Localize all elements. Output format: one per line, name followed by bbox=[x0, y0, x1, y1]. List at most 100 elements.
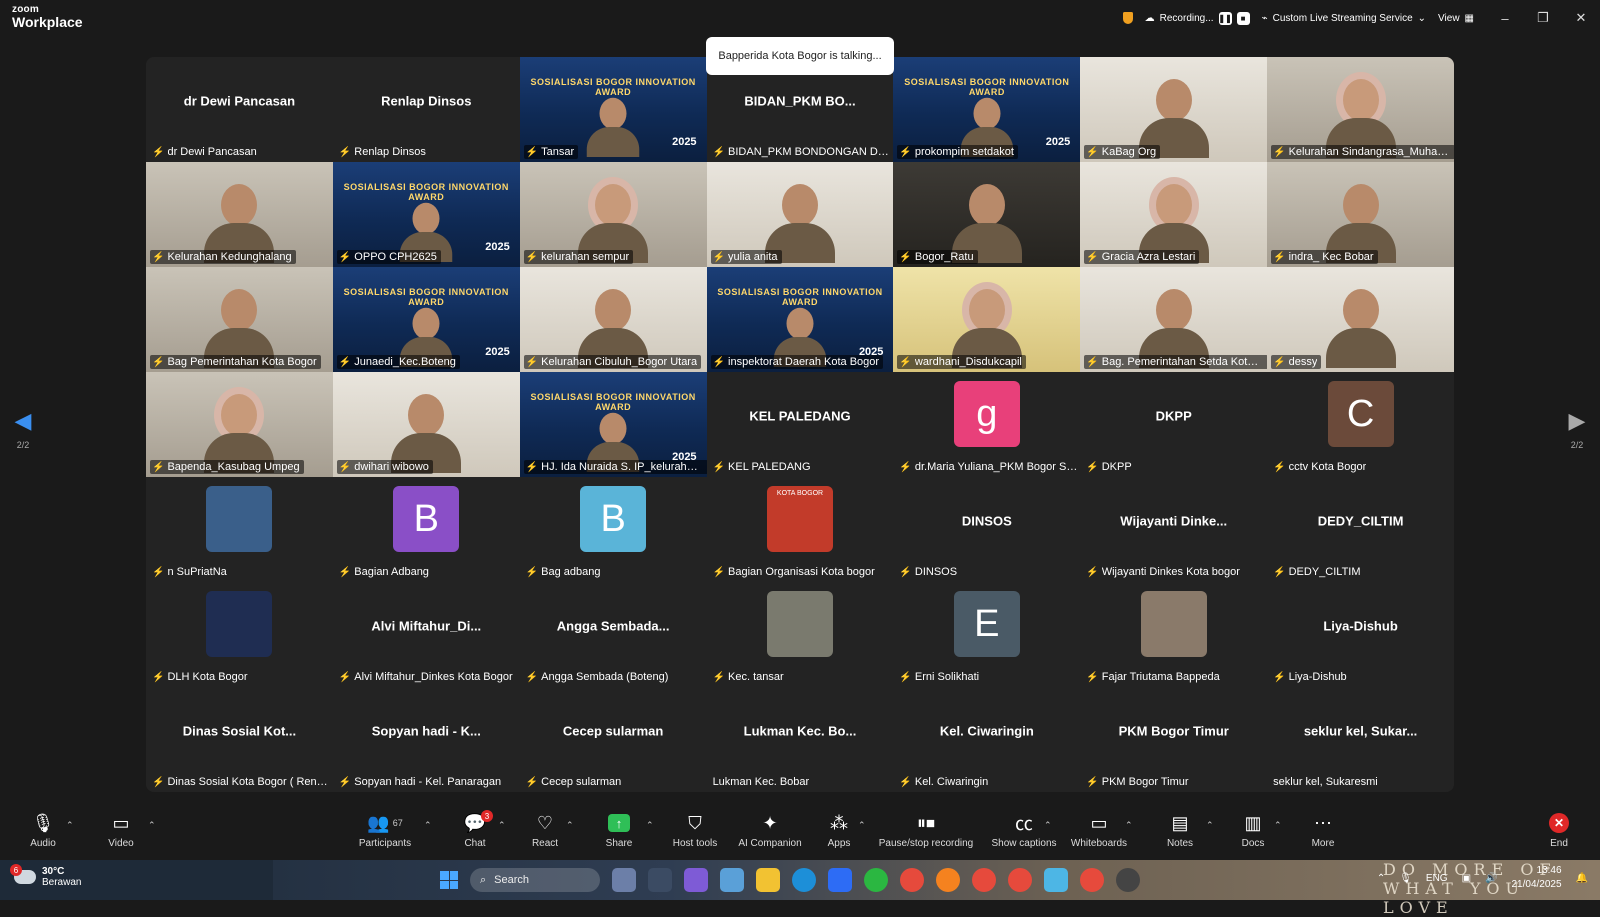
participant-tile[interactable]: ⚡ wardhani_Disdukcapil bbox=[893, 267, 1081, 372]
volume-icon[interactable]: 🔊 bbox=[1485, 873, 1497, 884]
participant-tile[interactable]: ⚡ Bag. Pemerintahan Setda Kota B... bbox=[1080, 267, 1268, 372]
participant-tile[interactable]: Wijayanti Dinke... ⚡ Wijayanti Dinkes Kota… bbox=[1080, 477, 1268, 582]
participant-tile[interactable]: Alvi Miftahur_Di... ⚡ Alvi Miftahur_Dinkes… bbox=[332, 582, 520, 687]
clock[interactable]: 13:46 21/04/2025 bbox=[1511, 864, 1561, 892]
restore-button[interactable]: ❐ bbox=[1524, 10, 1562, 26]
view-menu[interactable]: View ▦ bbox=[1438, 13, 1474, 24]
participant-tile[interactable]: PKM Bogor Timur ⚡ PKM Bogor Timur bbox=[1080, 687, 1268, 792]
end-button[interactable]: ✕ End bbox=[1524, 810, 1594, 849]
pause-recording-icon[interactable]: ❚❚ bbox=[1218, 11, 1232, 25]
next-page-button[interactable]: ▶ 2/2 bbox=[1562, 408, 1592, 450]
participant-tile[interactable]: B ⚡ Bag adbang bbox=[519, 477, 707, 582]
whiteboards-chevron-icon[interactable]: ⌃ bbox=[1125, 820, 1133, 831]
participant-tile[interactable]: DINSOS ⚡ DINSOS bbox=[893, 477, 1081, 582]
notes-button[interactable]: ▤ Notes bbox=[1145, 810, 1215, 850]
ai-companion-button[interactable]: ✦ AI Companion bbox=[730, 810, 810, 850]
minimize-button[interactable]: – bbox=[1486, 11, 1524, 26]
copilot-icon[interactable] bbox=[684, 868, 708, 892]
pause-stop-recording-button[interactable]: ⏸⏹ Pause/stop recording bbox=[876, 810, 976, 850]
participant-tile[interactable]: ⚡ Bogor_Ratu bbox=[893, 162, 1081, 267]
media-player-icon[interactable] bbox=[1116, 868, 1140, 892]
participant-tile[interactable]: ⚡ Kelurahan Sindangrasa_Muhama... bbox=[1267, 57, 1454, 162]
participant-tile[interactable]: KEL PALEDANG ⚡ KEL PALEDANG bbox=[706, 372, 894, 477]
participant-tile[interactable]: Dinas Sosial Kot... ⚡ Dinas Sosial Kota Bo… bbox=[146, 687, 333, 792]
video-options-chevron-icon[interactable]: ⌃ bbox=[148, 820, 156, 831]
microphone-icon[interactable]: 🎙 bbox=[1399, 873, 1412, 884]
docs-chevron-icon[interactable]: ⌃ bbox=[1274, 820, 1282, 831]
participant-tile[interactable]: Sopyan hadi - K... ⚡ Sopyan hadi - Kel. Pa… bbox=[332, 687, 520, 792]
windows-start-icon[interactable] bbox=[440, 871, 458, 889]
participant-tile[interactable]: SOSIALISASI BOGOR INNOVATION AWARD 2025 ⚡ H… bbox=[519, 372, 707, 477]
share-chevron-icon[interactable]: ⌃ bbox=[646, 820, 654, 831]
participant-tile[interactable]: Lukman Kec. Bo... Lukman Kec. Bobar bbox=[706, 687, 894, 792]
participant-tile[interactable]: B ⚡ Bagian Adbang bbox=[332, 477, 520, 582]
participant-tile[interactable]: DEDY_CILTIM ⚡ DEDY_CILTIM bbox=[1267, 477, 1454, 582]
language-indicator[interactable]: ENG bbox=[1426, 873, 1448, 884]
edge-icon[interactable] bbox=[792, 868, 816, 892]
close-button[interactable]: ✕ bbox=[1562, 10, 1600, 26]
participants-chevron-icon[interactable]: ⌃ bbox=[424, 820, 432, 831]
host-tools-button[interactable]: ⛉ Host tools bbox=[660, 810, 730, 850]
whiteboards-button[interactable]: ▭ Whiteboards bbox=[1064, 810, 1134, 850]
participant-tile[interactable]: Liya-Dishub ⚡ Liya-Dishub bbox=[1267, 582, 1454, 687]
notepad-icon[interactable] bbox=[1044, 868, 1068, 892]
react-chevron-icon[interactable]: ⌃ bbox=[566, 820, 574, 831]
participant-tile[interactable]: dr Dewi Pancasan ⚡ dr Dewi Pancasan bbox=[146, 57, 333, 162]
firefox-icon[interactable] bbox=[936, 868, 960, 892]
participant-tile[interactable]: DKPP ⚡ DKPP bbox=[1080, 372, 1268, 477]
participant-tile[interactable]: SOSIALISASI BOGOR INNOVATION AWARD 2025 ⚡ J… bbox=[332, 267, 520, 372]
participant-tile[interactable]: E ⚡ Erni Solikhati bbox=[893, 582, 1081, 687]
previous-page-button[interactable]: ◀ 2/2 bbox=[8, 408, 38, 450]
participant-tile[interactable]: g ⚡ dr.Maria Yuliana_PKM Bogor Sel... bbox=[893, 372, 1081, 477]
participant-tile[interactable]: Renlap Dinsos ⚡ Renlap Dinsos bbox=[332, 57, 520, 162]
participant-tile[interactable]: Kel. Ciwaringin ⚡ Kel. Ciwaringin bbox=[893, 687, 1081, 792]
participant-tile[interactable]: ⚡ Kelurahan Kedunghalang bbox=[146, 162, 333, 267]
participant-tile[interactable]: ⚡ dwihari wibowo bbox=[332, 372, 520, 477]
chrome-icon[interactable] bbox=[972, 868, 996, 892]
participant-tile[interactable]: ⚡ Gracia Azra Lestari bbox=[1080, 162, 1268, 267]
taskbar-search[interactable]: ⌕ Search bbox=[470, 868, 600, 892]
widgets-app-icon[interactable] bbox=[612, 868, 636, 892]
participant-tile[interactable]: ⚡ kelurahan sempur bbox=[519, 162, 707, 267]
participant-tile[interactable]: SOSIALISASI BOGOR INNOVATION AWARD 2025 ⚡ T… bbox=[519, 57, 707, 162]
chrome-icon[interactable] bbox=[1080, 868, 1104, 892]
notification-bell-icon[interactable]: 🔔 bbox=[1576, 873, 1588, 884]
chevron-up-icon[interactable]: ⌃ bbox=[1377, 873, 1385, 884]
network-icon[interactable]: ▣ bbox=[1462, 873, 1471, 884]
participant-tile[interactable]: ⚡ Kelurahan Cibuluh_Bogor Utara bbox=[519, 267, 707, 372]
participant-tile[interactable]: ⚡ KaBag Org bbox=[1080, 57, 1268, 162]
participant-tile[interactable]: ⚡ Bapenda_Kasubag Umpeg bbox=[146, 372, 333, 477]
video-button[interactable]: ▭ Video bbox=[86, 810, 156, 850]
participant-tile[interactable]: ⚡ indra_ Kec Bobar bbox=[1267, 162, 1454, 267]
weather-widget[interactable]: 6 30°C Berawan bbox=[10, 864, 81, 888]
participant-tile[interactable]: ⚡ dessy bbox=[1267, 267, 1454, 372]
participant-tile[interactable]: Cecep sularman ⚡ Cecep sularman bbox=[519, 687, 707, 792]
chat-chevron-icon[interactable]: ⌃ bbox=[498, 820, 506, 831]
stop-recording-icon[interactable]: ■ bbox=[1236, 11, 1250, 25]
chrome-icon[interactable] bbox=[900, 868, 924, 892]
audio-options-chevron-icon[interactable]: ⌃ bbox=[66, 820, 74, 831]
apps-chevron-icon[interactable]: ⌃ bbox=[858, 820, 866, 831]
whatsapp-icon[interactable] bbox=[864, 868, 888, 892]
security-indicator[interactable] bbox=[1122, 12, 1133, 24]
participant-tile[interactable]: SOSIALISASI BOGOR INNOVATION AWARD 2025 ⚡ O… bbox=[332, 162, 520, 267]
captions-chevron-icon[interactable]: ⌃ bbox=[1044, 820, 1052, 831]
participant-tile[interactable]: ⚡ Fajar Triutama Bappeda bbox=[1080, 582, 1268, 687]
notes-chevron-icon[interactable]: ⌃ bbox=[1206, 820, 1214, 831]
participant-tile[interactable]: Angga Sembada... ⚡ Angga Sembada (Boteng) bbox=[519, 582, 707, 687]
task-view-icon[interactable] bbox=[648, 868, 672, 892]
participant-tile[interactable]: SOSIALISASI BOGOR INNOVATION AWARD 2025 ⚡ p… bbox=[893, 57, 1081, 162]
more-button[interactable]: ⋯ More bbox=[1288, 810, 1358, 850]
app-icon[interactable] bbox=[720, 868, 744, 892]
share-button[interactable]: ↑ Share bbox=[584, 810, 654, 849]
participants-button[interactable]: 👥 67 Participants bbox=[350, 810, 420, 850]
participant-tile[interactable]: KOTA BOGOR ⚡ Bagian Organisasi Kota bogor bbox=[706, 477, 894, 582]
participant-tile[interactable]: ⚡ Kec. tansar bbox=[706, 582, 894, 687]
show-captions-button[interactable]: ㏄ Show captions bbox=[983, 810, 1065, 849]
live-stream-menu[interactable]: ⌁ Custom Live Streaming Service ⌄ bbox=[1262, 13, 1426, 24]
participant-tile[interactable]: SOSIALISASI BOGOR INNOVATION AWARD 2025 ⚡ i… bbox=[706, 267, 894, 372]
participant-tile[interactable]: ⚡ DLH Kota Bogor bbox=[146, 582, 333, 687]
zoom-app-icon[interactable] bbox=[828, 868, 852, 892]
participant-tile[interactable]: C ⚡ cctv Kota Bogor bbox=[1267, 372, 1454, 477]
participant-tile[interactable]: ⚡ n SuPriatNa bbox=[146, 477, 333, 582]
